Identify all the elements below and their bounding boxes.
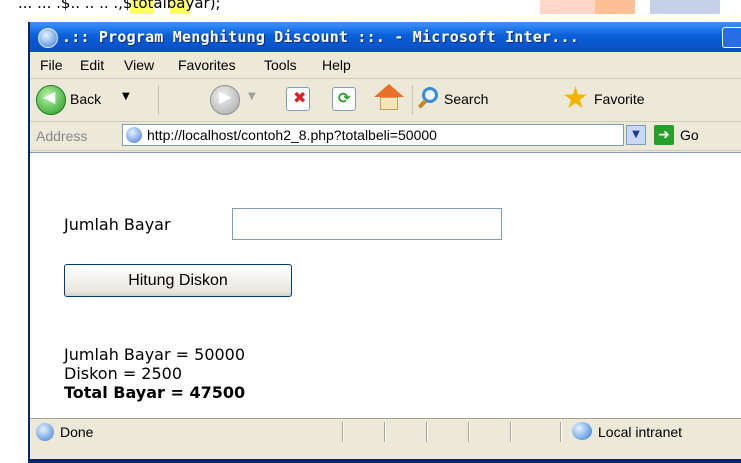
jumlah-bayar-label: Jumlah Bayar <box>64 215 171 234</box>
decorative-shape <box>595 0 635 14</box>
forward-dropdown-icon[interactable]: ▼ <box>248 91 256 102</box>
result-total-bayar: Total Bayar = 47500 <box>64 383 246 402</box>
status-divider <box>468 422 470 442</box>
search-button-label[interactable]: Search <box>444 91 488 107</box>
menu-tools[interactable]: Tools <box>264 57 297 73</box>
ie-page-icon <box>126 127 142 143</box>
window-bottom-edge <box>28 459 741 463</box>
status-divider <box>510 422 512 442</box>
minimize-button[interactable] <box>722 27 741 48</box>
result-jumlah-bayar: Jumlah Bayar = 50000 <box>64 345 246 364</box>
forward-arrow-glyph: ▶ <box>219 87 232 106</box>
back-arrow-glyph: ◀ <box>43 87 56 106</box>
status-divider <box>342 422 344 442</box>
home-icon-body[interactable] <box>380 97 398 110</box>
status-text: Done <box>60 424 94 440</box>
back-dropdown-icon[interactable]: ▼ <box>122 91 130 102</box>
result-diskon: Diskon = 2500 <box>64 364 183 383</box>
favorites-star-icon[interactable]: ★ <box>562 81 589 116</box>
status-bar: Done Local intranet <box>30 418 741 445</box>
back-button-label[interactable]: Back <box>70 91 101 107</box>
local-intranet-icon <box>572 422 592 440</box>
search-icon-handle <box>417 99 428 109</box>
title-bar[interactable]: .:: Program Menghitung Discount ::. - Mi… <box>30 22 741 52</box>
snippet-text: ... ... .$.. .. .. .,$totalbayar); <box>18 0 221 12</box>
standard-toolbar: ◀ Back ▼ ▶ ▼ ✖ ⟳ Search ★ Favorite <box>30 79 741 122</box>
decorative-shape <box>540 0 595 14</box>
favorites-button-label[interactable]: Favorite <box>594 91 645 107</box>
background-code-snippet: ... ... .$.. .. .. .,$totalbayar); <box>0 0 741 14</box>
go-button-label[interactable]: Go <box>680 127 699 143</box>
refresh-icon[interactable]: ⟳ <box>332 87 356 111</box>
window-title: .:: Program Menghitung Discount ::. - Mi… <box>62 28 579 46</box>
toolbar-separator <box>158 85 159 115</box>
toolbar-separator <box>412 85 413 115</box>
menu-file[interactable]: File <box>40 57 63 73</box>
menu-help[interactable]: Help <box>322 57 351 73</box>
status-divider <box>426 422 428 442</box>
zone-label: Local intranet <box>598 424 683 440</box>
menu-bar: File Edit View Favorites Tools Help <box>30 52 741 79</box>
address-label: Address <box>36 128 88 144</box>
jumlah-bayar-input[interactable] <box>232 208 502 240</box>
browser-window: .:: Program Menghitung Discount ::. - Mi… <box>28 22 741 463</box>
ie-page-icon <box>36 423 54 441</box>
address-dropdown-icon[interactable]: ▼ <box>626 125 646 145</box>
status-divider <box>560 422 562 442</box>
menu-view[interactable]: View <box>124 57 154 73</box>
hitung-diskon-button[interactable]: Hitung Diskon <box>64 264 292 297</box>
home-icon[interactable] <box>374 84 404 97</box>
stop-icon[interactable]: ✖ <box>286 87 310 111</box>
menu-favorites[interactable]: Favorites <box>178 57 236 73</box>
menu-edit[interactable]: Edit <box>80 57 104 73</box>
status-divider <box>384 422 386 442</box>
page-content: Jumlah Bayar Hitung Diskon Jumlah Bayar … <box>30 152 741 419</box>
decorative-shape <box>650 0 720 14</box>
go-arrow-icon[interactable]: ➜ <box>654 125 674 145</box>
address-input[interactable]: http://localhost/contoh2_8.php?totalbeli… <box>122 124 624 146</box>
address-url[interactable]: http://localhost/contoh2_8.php?totalbeli… <box>147 127 437 143</box>
ie-page-icon <box>38 28 58 48</box>
address-bar: Address http://localhost/contoh2_8.php?t… <box>30 122 741 151</box>
